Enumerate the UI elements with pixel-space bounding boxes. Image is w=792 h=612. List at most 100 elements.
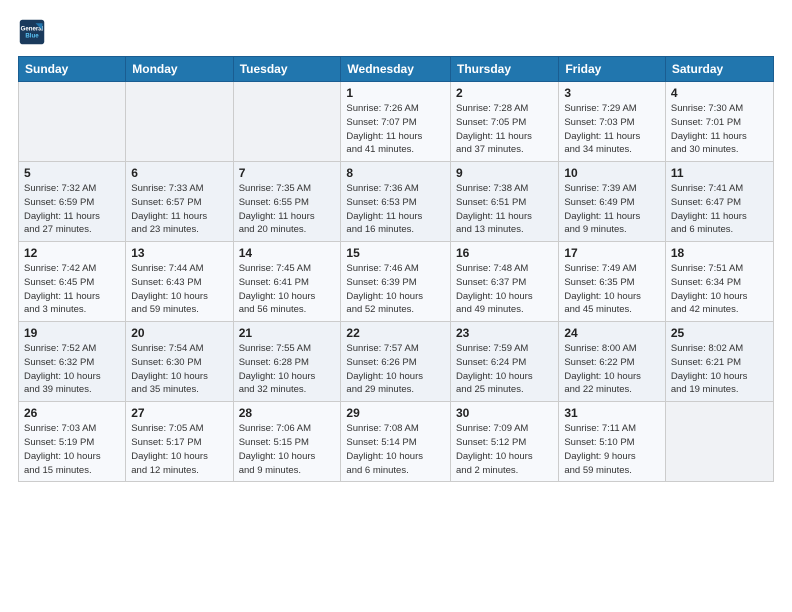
day-number: 28 — [239, 406, 336, 420]
day-info: Sunrise: 7:44 AM Sunset: 6:43 PM Dayligh… — [131, 262, 227, 317]
day-info: Sunrise: 7:09 AM Sunset: 5:12 PM Dayligh… — [456, 422, 553, 477]
day-info: Sunrise: 7:42 AM Sunset: 6:45 PM Dayligh… — [24, 262, 120, 317]
day-number: 3 — [564, 86, 660, 100]
calendar-cell: 11 Sunrise: 7:41 AM Sunset: 6:47 PM Dayli… — [665, 162, 773, 242]
calendar-cell: 26 Sunrise: 7:03 AM Sunset: 5:19 PM Dayli… — [19, 402, 126, 482]
day-info: Sunrise: 7:57 AM Sunset: 6:26 PM Dayligh… — [346, 342, 445, 397]
calendar-row: 1 Sunrise: 7:26 AM Sunset: 7:07 PM Daylig… — [19, 82, 774, 162]
calendar-cell: 3 Sunrise: 7:29 AM Sunset: 7:03 PM Daylig… — [559, 82, 666, 162]
calendar-cell: 8 Sunrise: 7:36 AM Sunset: 6:53 PM Daylig… — [341, 162, 451, 242]
day-number: 9 — [456, 166, 553, 180]
calendar: SundayMondayTuesdayWednesdayThursdayFrid… — [18, 56, 774, 482]
day-info: Sunrise: 7:45 AM Sunset: 6:41 PM Dayligh… — [239, 262, 336, 317]
day-info: Sunrise: 7:59 AM Sunset: 6:24 PM Dayligh… — [456, 342, 553, 397]
day-info: Sunrise: 7:03 AM Sunset: 5:19 PM Dayligh… — [24, 422, 120, 477]
calendar-cell: 23Sunrise: 7:59 AM Sunset: 6:24 PM Dayli… — [451, 322, 559, 402]
day-info: Sunrise: 7:06 AM Sunset: 5:15 PM Dayligh… — [239, 422, 336, 477]
day-number: 30 — [456, 406, 553, 420]
day-number: 16 — [456, 246, 553, 260]
day-info: Sunrise: 7:39 AM Sunset: 6:49 PM Dayligh… — [564, 182, 660, 237]
calendar-cell: 12Sunrise: 7:42 AM Sunset: 6:45 PM Dayli… — [19, 242, 126, 322]
day-number: 31 — [564, 406, 660, 420]
weekday-header-wednesday: Wednesday — [341, 57, 451, 82]
day-number: 27 — [131, 406, 227, 420]
day-info: Sunrise: 7:05 AM Sunset: 5:17 PM Dayligh… — [131, 422, 227, 477]
calendar-cell — [665, 402, 773, 482]
day-number: 15 — [346, 246, 445, 260]
header: General Blue — [18, 18, 774, 46]
day-info: Sunrise: 7:46 AM Sunset: 6:39 PM Dayligh… — [346, 262, 445, 317]
day-number: 11 — [671, 166, 768, 180]
day-number: 13 — [131, 246, 227, 260]
logo: General Blue — [18, 18, 50, 46]
header-row: SundayMondayTuesdayWednesdayThursdayFrid… — [19, 57, 774, 82]
calendar-cell: 30 Sunrise: 7:09 AM Sunset: 5:12 PM Dayli… — [451, 402, 559, 482]
day-info: Sunrise: 7:11 AM Sunset: 5:10 PM Dayligh… — [564, 422, 660, 477]
logo-icon: General Blue — [18, 18, 46, 46]
weekday-header-sunday: Sunday — [19, 57, 126, 82]
weekday-header-monday: Monday — [126, 57, 233, 82]
calendar-cell: 15 Sunrise: 7:46 AM Sunset: 6:39 PM Dayli… — [341, 242, 451, 322]
calendar-cell: 5 Sunrise: 7:32 AM Sunset: 6:59 PM Daylig… — [19, 162, 126, 242]
day-number: 17 — [564, 246, 660, 260]
day-info: Sunrise: 7:49 AM Sunset: 6:35 PM Dayligh… — [564, 262, 660, 317]
day-number: 26 — [24, 406, 120, 420]
day-number: 10 — [564, 166, 660, 180]
day-info: Sunrise: 7:26 AM Sunset: 7:07 PM Dayligh… — [346, 102, 445, 157]
calendar-cell: 22Sunrise: 7:57 AM Sunset: 6:26 PM Dayli… — [341, 322, 451, 402]
calendar-cell: 16 Sunrise: 7:48 AM Sunset: 6:37 PM Dayli… — [451, 242, 559, 322]
calendar-row: 5 Sunrise: 7:32 AM Sunset: 6:59 PM Daylig… — [19, 162, 774, 242]
day-info: Sunrise: 7:08 AM Sunset: 5:14 PM Dayligh… — [346, 422, 445, 477]
calendar-cell — [126, 82, 233, 162]
day-info: Sunrise: 7:52 AM Sunset: 6:32 PM Dayligh… — [24, 342, 120, 397]
day-number: 2 — [456, 86, 553, 100]
day-info: Sunrise: 7:36 AM Sunset: 6:53 PM Dayligh… — [346, 182, 445, 237]
calendar-cell: 2Sunrise: 7:28 AM Sunset: 7:05 PM Daylig… — [451, 82, 559, 162]
weekday-header-saturday: Saturday — [665, 57, 773, 82]
calendar-cell: 25 Sunrise: 8:02 AM Sunset: 6:21 PM Dayli… — [665, 322, 773, 402]
day-number: 1 — [346, 86, 445, 100]
calendar-cell: 17 Sunrise: 7:49 AM Sunset: 6:35 PM Dayli… — [559, 242, 666, 322]
day-number: 25 — [671, 326, 768, 340]
calendar-cell: 13 Sunrise: 7:44 AM Sunset: 6:43 PM Dayli… — [126, 242, 233, 322]
calendar-cell: 29 Sunrise: 7:08 AM Sunset: 5:14 PM Dayli… — [341, 402, 451, 482]
day-number: 6 — [131, 166, 227, 180]
weekday-header-tuesday: Tuesday — [233, 57, 341, 82]
day-info: Sunrise: 7:41 AM Sunset: 6:47 PM Dayligh… — [671, 182, 768, 237]
calendar-cell: 28 Sunrise: 7:06 AM Sunset: 5:15 PM Dayli… — [233, 402, 341, 482]
day-info: Sunrise: 7:30 AM Sunset: 7:01 PM Dayligh… — [671, 102, 768, 157]
svg-text:Blue: Blue — [25, 32, 39, 39]
calendar-row: 12Sunrise: 7:42 AM Sunset: 6:45 PM Dayli… — [19, 242, 774, 322]
day-number: 29 — [346, 406, 445, 420]
calendar-cell: 9 Sunrise: 7:38 AM Sunset: 6:51 PM Daylig… — [451, 162, 559, 242]
calendar-cell: 20 Sunrise: 7:54 AM Sunset: 6:30 PM Dayli… — [126, 322, 233, 402]
day-info: Sunrise: 8:00 AM Sunset: 6:22 PM Dayligh… — [564, 342, 660, 397]
calendar-cell — [233, 82, 341, 162]
day-info: Sunrise: 7:48 AM Sunset: 6:37 PM Dayligh… — [456, 262, 553, 317]
day-number: 7 — [239, 166, 336, 180]
day-number: 4 — [671, 86, 768, 100]
day-info: Sunrise: 8:02 AM Sunset: 6:21 PM Dayligh… — [671, 342, 768, 397]
day-number: 20 — [131, 326, 227, 340]
calendar-row: 26 Sunrise: 7:03 AM Sunset: 5:19 PM Dayli… — [19, 402, 774, 482]
day-info: Sunrise: 7:38 AM Sunset: 6:51 PM Dayligh… — [456, 182, 553, 237]
day-number: 19 — [24, 326, 120, 340]
day-info: Sunrise: 7:32 AM Sunset: 6:59 PM Dayligh… — [24, 182, 120, 237]
day-info: Sunrise: 7:29 AM Sunset: 7:03 PM Dayligh… — [564, 102, 660, 157]
calendar-cell: 21Sunrise: 7:55 AM Sunset: 6:28 PM Dayli… — [233, 322, 341, 402]
day-number: 8 — [346, 166, 445, 180]
calendar-cell — [19, 82, 126, 162]
day-info: Sunrise: 7:33 AM Sunset: 6:57 PM Dayligh… — [131, 182, 227, 237]
day-number: 14 — [239, 246, 336, 260]
day-info: Sunrise: 7:54 AM Sunset: 6:30 PM Dayligh… — [131, 342, 227, 397]
day-number: 5 — [24, 166, 120, 180]
day-number: 21 — [239, 326, 336, 340]
calendar-cell: 14 Sunrise: 7:45 AM Sunset: 6:41 PM Dayli… — [233, 242, 341, 322]
weekday-header-thursday: Thursday — [451, 57, 559, 82]
calendar-cell: 24 Sunrise: 8:00 AM Sunset: 6:22 PM Dayli… — [559, 322, 666, 402]
day-number: 24 — [564, 326, 660, 340]
day-info: Sunrise: 7:51 AM Sunset: 6:34 PM Dayligh… — [671, 262, 768, 317]
day-info: Sunrise: 7:35 AM Sunset: 6:55 PM Dayligh… — [239, 182, 336, 237]
calendar-cell: 7 Sunrise: 7:35 AM Sunset: 6:55 PM Daylig… — [233, 162, 341, 242]
calendar-cell: 4 Sunrise: 7:30 AM Sunset: 7:01 PM Daylig… — [665, 82, 773, 162]
